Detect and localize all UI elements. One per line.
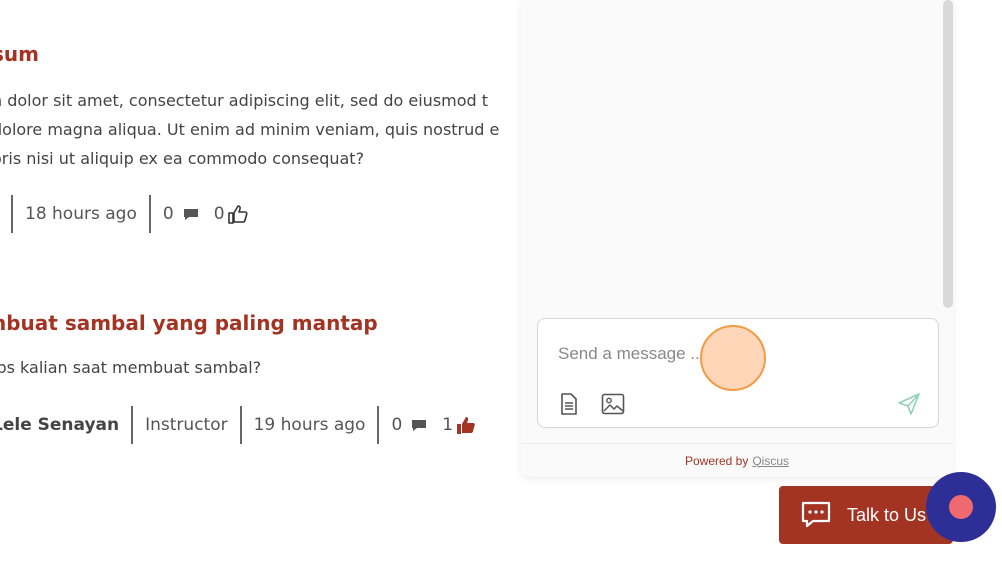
- post-body-line: ips kalian saat membuat sambal?: [0, 358, 262, 377]
- post-body: ips kalian saat membuat sambal?: [0, 353, 261, 382]
- attach-image-button[interactable]: [600, 391, 626, 417]
- like-count[interactable]: 1: [442, 414, 477, 436]
- post-body: n dolor sit amet, consectetur adipiscing…: [0, 86, 499, 173]
- image-icon: [601, 393, 625, 415]
- powered-by-text: Powered by: [684, 453, 749, 468]
- meta-divider: [377, 406, 380, 444]
- comment-icon: [183, 209, 198, 220]
- post-title[interactable]: nbuat sambal yang paling mantap: [0, 311, 378, 335]
- comment-icon: [412, 420, 427, 431]
- chat-launcher-button[interactable]: [926, 472, 996, 542]
- post-meta: r 18 hours ago 0 0: [0, 194, 249, 234]
- file-icon: [561, 393, 577, 415]
- post-title[interactable]: sum: [0, 42, 39, 66]
- qiscus-link[interactable]: Qiscus: [752, 454, 789, 468]
- chat-bubble-icon: [801, 501, 831, 528]
- post-body-line: dolore magna aliqua. Ut enim ad minim ve…: [0, 120, 500, 139]
- post-body-line: n dolor sit amet, consectetur adipiscing…: [0, 91, 489, 110]
- like-count-value: 1: [442, 415, 454, 435]
- like-count-value: 0: [213, 204, 225, 224]
- chat-scrollbar[interactable]: [943, 0, 953, 308]
- comment-count-value: 0: [391, 415, 403, 435]
- post-body-line: oris nisi ut aliquip ex ea commodo conse…: [0, 149, 365, 168]
- post-meta: Lele Senayan Instructor 19 hours ago 0 1: [0, 405, 477, 445]
- notification-dot: [949, 495, 973, 519]
- thumbs-up-icon: [227, 205, 248, 224]
- talk-to-us-label: Talk to Us: [847, 504, 927, 525]
- like-count[interactable]: 0: [214, 203, 249, 225]
- click-indicator: [700, 325, 766, 391]
- send-icon: [898, 393, 920, 415]
- comment-count[interactable]: 0: [163, 204, 200, 224]
- send-button[interactable]: [896, 391, 922, 417]
- meta-divider: [148, 195, 151, 233]
- post-time: 19 hours ago: [253, 415, 366, 435]
- powered-by-footer: Powered by Qiscus: [521, 443, 953, 477]
- post-author-role: Instructor: [145, 415, 228, 435]
- post-author[interactable]: Lele Senayan: [0, 415, 119, 435]
- forum-post-list: sum n dolor sit amet, consectetur adipis…: [0, 0, 560, 564]
- meta-divider: [11, 195, 13, 233]
- post-time: 18 hours ago: [25, 204, 137, 224]
- meta-divider: [131, 406, 134, 444]
- comment-count-value: 0: [162, 204, 174, 224]
- attach-file-button[interactable]: [556, 391, 582, 417]
- meta-divider: [239, 406, 242, 444]
- comment-count[interactable]: 0: [391, 415, 428, 435]
- thumbs-up-filled-icon: [457, 417, 475, 434]
